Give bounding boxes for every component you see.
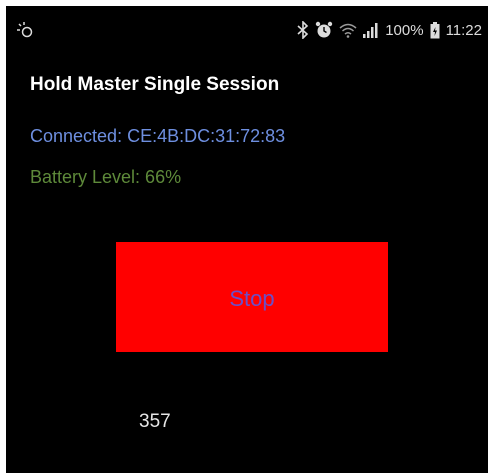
battery-level: Battery Level: 66%: [30, 167, 182, 187]
signal-icon: [363, 22, 379, 38]
page-title: Hold Master Single Session: [30, 74, 280, 95]
bluetooth-icon: [297, 21, 309, 39]
ir-sensor-icon: [16, 21, 36, 41]
clock: 11:22: [445, 21, 482, 39]
status-bar: 100% 11:22: [6, 6, 488, 52]
alarm-icon: [315, 21, 333, 39]
status-icons: 100% 11:22: [297, 19, 482, 41]
battery-percent: 100%: [385, 21, 424, 39]
stop-button-label: Stop: [229, 286, 275, 311]
session-counter: 357: [139, 411, 171, 432]
stop-button[interactable]: Stop: [116, 242, 388, 352]
wifi-icon: [339, 22, 357, 38]
phone-screen: 100% 11:22 Hold Master Single Session Co…: [6, 6, 488, 473]
battery-icon: [430, 21, 440, 39]
connection-status: Connected: CE:4B:DC:31:72:83: [30, 126, 286, 146]
